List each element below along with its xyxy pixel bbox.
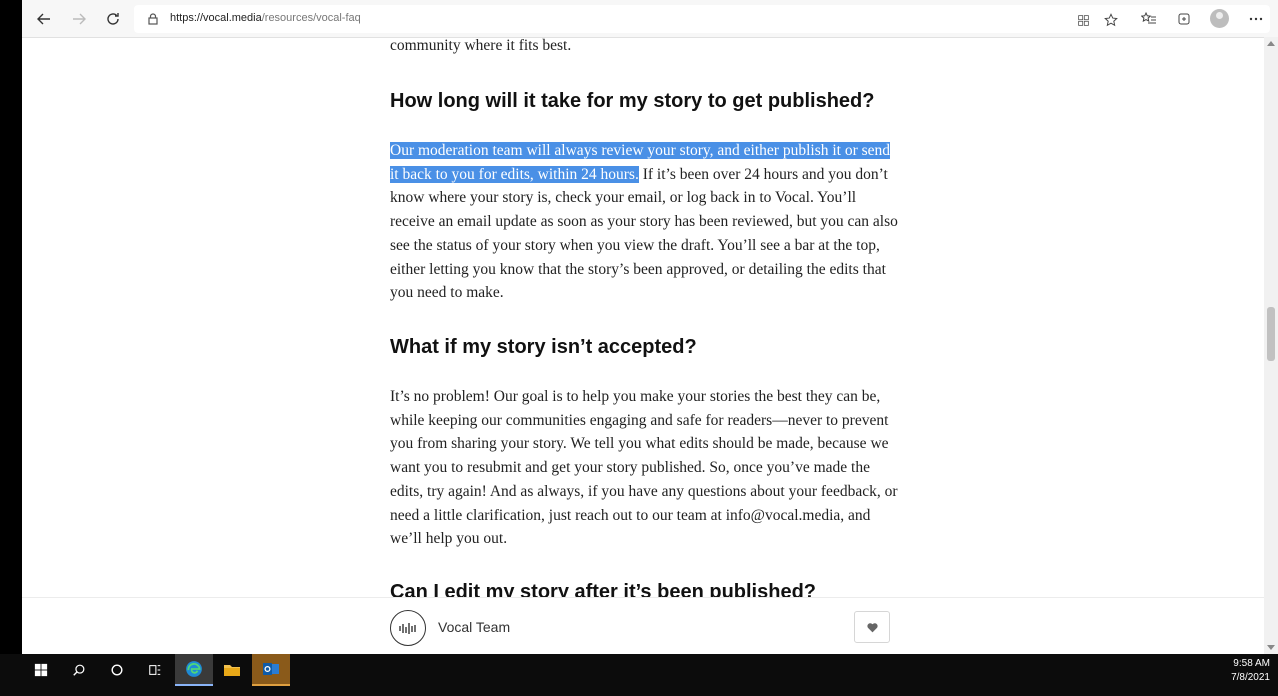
section-heading-publish-time: How long will it take for my story to ge… xyxy=(390,90,875,112)
search-icon[interactable] xyxy=(60,654,98,686)
intro-paragraph-tail: community where it fits best. xyxy=(390,37,572,54)
page-scrollbar[interactable] xyxy=(1264,37,1278,654)
body-text: If it’s been over 24 hours and you don’t… xyxy=(390,165,898,302)
browser-toolbar: https://vocal.media/resources/vocal-faq xyxy=(22,0,1278,38)
favorites-icon[interactable] xyxy=(1136,6,1162,32)
system-clock[interactable]: 9:58 AM 7/8/2021 xyxy=(1231,657,1270,685)
clock-time: 9:58 AM xyxy=(1233,658,1270,669)
windows-taskbar: 9:58 AM 7/8/2021 xyxy=(0,654,1278,696)
url-text[interactable]: https://vocal.media/resources/vocal-faq xyxy=(170,12,361,24)
refresh-icon[interactable] xyxy=(100,6,126,32)
cortana-icon[interactable] xyxy=(98,654,136,686)
browser-window: https://vocal.media/resources/vocal-faq … xyxy=(22,0,1278,654)
author-name[interactable]: Vocal Team xyxy=(438,619,510,635)
edge-browser-icon[interactable] xyxy=(175,654,213,686)
task-view-icon[interactable] xyxy=(136,654,174,686)
desktop-left-edge xyxy=(0,0,22,654)
lock-icon[interactable] xyxy=(146,12,160,26)
outlook-icon[interactable] xyxy=(252,654,290,686)
file-explorer-icon[interactable] xyxy=(213,654,251,686)
author-footer-bar: Vocal Team xyxy=(22,597,1264,654)
section-body-not-accepted: It’s no problem! Our goal is to help you… xyxy=(390,388,898,548)
section-heading-not-accepted: What if my story isn’t accepted? xyxy=(390,336,697,358)
url-host: https://vocal.media xyxy=(170,12,262,24)
add-favorite-icon[interactable] xyxy=(1102,12,1120,28)
like-button[interactable] xyxy=(854,611,890,643)
forward-icon[interactable] xyxy=(66,6,92,32)
heart-icon xyxy=(866,622,878,632)
profile-icon[interactable] xyxy=(1210,9,1229,28)
section-heading-edit-after-publish: Can I edit my story after it’s been publ… xyxy=(390,581,817,597)
scrollbar-thumb[interactable] xyxy=(1267,307,1275,361)
windows-start-icon[interactable] xyxy=(22,654,60,686)
back-icon[interactable] xyxy=(31,6,57,32)
more-icon[interactable] xyxy=(1243,6,1269,32)
app-available-icon[interactable] xyxy=(1074,12,1092,28)
collections-icon[interactable] xyxy=(1171,6,1197,32)
address-bar[interactable]: https://vocal.media/resources/vocal-faq xyxy=(134,5,1270,33)
url-path: /resources/vocal-faq xyxy=(261,12,361,24)
clock-date: 7/8/2021 xyxy=(1231,672,1270,683)
vocal-logo-icon[interactable] xyxy=(390,610,426,646)
page-content: community where it fits best. How long w… xyxy=(22,37,1260,597)
section-body-publish-time: Our moderation team will always review y… xyxy=(390,139,900,305)
scroll-down-icon[interactable] xyxy=(1267,645,1275,650)
scroll-up-icon[interactable] xyxy=(1267,41,1275,46)
